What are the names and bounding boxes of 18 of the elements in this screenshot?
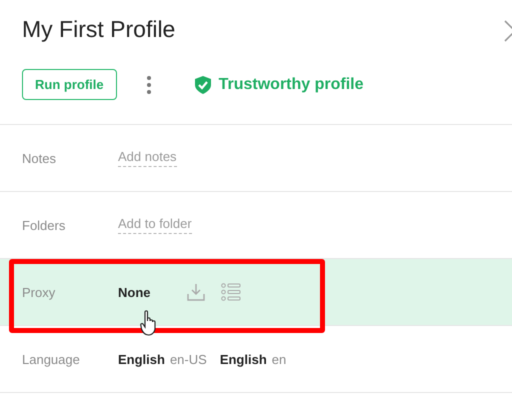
add-link[interactable]: Add to folder	[118, 216, 192, 234]
field-label: Proxy	[22, 284, 56, 300]
language-code: en-US	[170, 352, 207, 366]
more-icon[interactable]	[146, 76, 151, 94]
field-label: Folders	[22, 218, 66, 232]
field-label: Notes	[22, 150, 57, 166]
add-link[interactable]: Add notes	[118, 149, 177, 167]
run-profile-button[interactable]: Run profile	[22, 69, 117, 100]
profile-title: My First Profile	[22, 16, 176, 43]
trust-status: Trustworthy profile	[218, 76, 364, 94]
shield-check-icon	[194, 76, 211, 94]
language-name: English	[220, 352, 267, 366]
language-code: en	[272, 352, 286, 366]
language-name: English	[118, 352, 165, 366]
field-label: Language	[22, 352, 81, 366]
proxy-value: None	[118, 284, 150, 300]
list-icon[interactable]	[220, 283, 240, 301]
download-icon[interactable]	[186, 283, 204, 301]
